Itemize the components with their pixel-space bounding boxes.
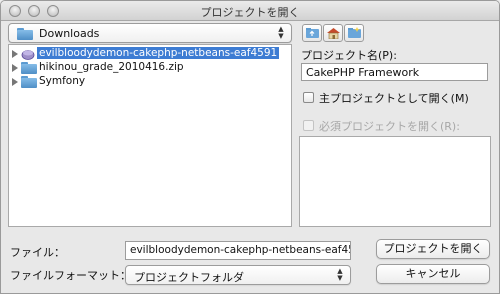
list-item[interactable]: hikinou_grade_2010416.zip — [9, 61, 291, 75]
disclosure-triangle-icon[interactable] — [12, 78, 18, 86]
required-projects-list[interactable] — [299, 136, 491, 227]
folder-up-icon — [306, 28, 319, 38]
folder-icon — [17, 28, 33, 40]
list-item[interactable]: Symfony — [9, 75, 291, 89]
file-field[interactable]: evilbloodydemon-cakephp-netbeans-eaf4591 — [125, 241, 351, 260]
list-item[interactable]: evilbloodydemon-cakephp-netbeans-eaf4591 — [9, 47, 291, 61]
file-format-select[interactable]: プロジェクトフォルダ ▲ ▼ — [125, 265, 351, 285]
disclosure-triangle-icon[interactable] — [12, 50, 18, 58]
list-item-name: hikinou_grade_2010416.zip — [39, 61, 184, 73]
home-button[interactable] — [323, 24, 343, 42]
required-projects-checkbox[interactable] — [303, 120, 314, 131]
required-projects-label: 必須プロジェクトを開く(R): — [319, 120, 460, 133]
project-name-field[interactable] — [301, 63, 488, 81]
new-folder-icon — [348, 27, 361, 38]
folder-up-button[interactable] — [302, 24, 322, 42]
title-bar: プロジェクトを開く — [1, 1, 499, 21]
disclosure-triangle-icon[interactable] — [12, 64, 18, 72]
list-item-name: evilbloodydemon-cakephp-netbeans-eaf4591 — [37, 47, 280, 59]
file-browser-list[interactable]: evilbloodydemon-cakephp-netbeans-eaf4591… — [8, 44, 292, 227]
new-folder-button[interactable] — [344, 24, 364, 42]
file-format-label: ファイルフォーマット： — [10, 269, 131, 282]
open-project-button[interactable]: プロジェクトを開く — [376, 239, 490, 259]
main-project-label: 主プロジェクトとして開く(M) — [319, 92, 469, 105]
folder-icon — [21, 62, 37, 74]
open-project-dialog: プロジェクトを開く Downloads ▲ ▼ evilbloodydemon-… — [0, 0, 500, 294]
list-item-name: Symfony — [39, 75, 86, 87]
location-label: Downloads — [39, 27, 100, 40]
folder-icon — [21, 76, 37, 88]
project-name-label: プロジェクト名(P): — [301, 49, 397, 62]
window-title: プロジェクトを開く — [200, 6, 300, 19]
chevron-updown-icon: ▲ ▼ — [278, 25, 284, 40]
location-select[interactable]: Downloads ▲ ▼ — [8, 23, 292, 43]
chevron-updown-icon: ▲ ▼ — [337, 267, 343, 282]
file-format-value: プロジェクトフォルダ — [134, 271, 244, 284]
main-project-checkbox[interactable] — [303, 92, 314, 103]
home-icon — [327, 28, 340, 39]
cancel-button[interactable]: キャンセル — [376, 264, 490, 284]
file-label: ファイル： — [10, 246, 65, 259]
